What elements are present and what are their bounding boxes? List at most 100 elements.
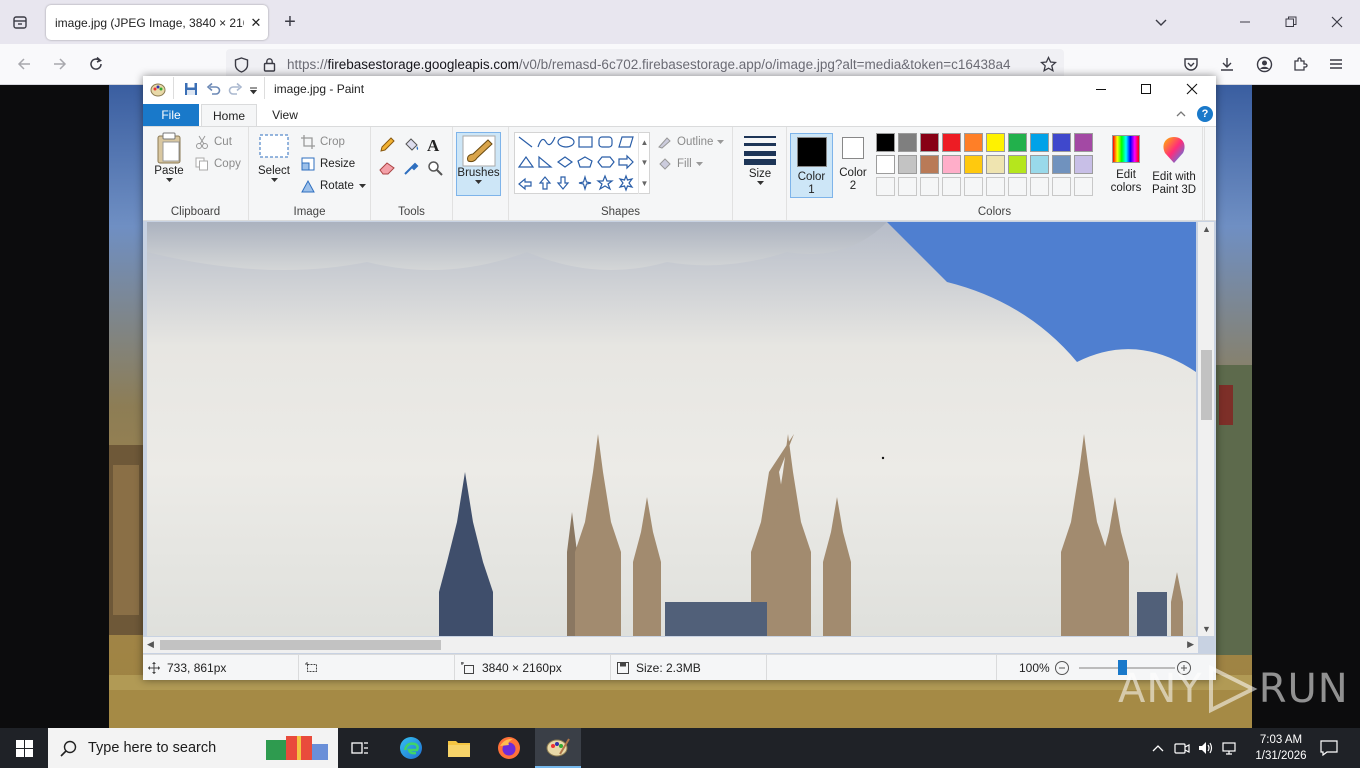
color-swatch[interactable] xyxy=(1074,133,1093,152)
text-tool-icon[interactable]: A xyxy=(427,136,439,156)
back-arrow-icon[interactable] xyxy=(12,53,36,75)
downloads-icon[interactable] xyxy=(1214,53,1240,75)
select-button[interactable]: Select xyxy=(255,133,293,183)
edge-browser-icon[interactable] xyxy=(391,728,431,768)
forward-arrow-icon[interactable] xyxy=(48,53,72,75)
minimize-window-icon[interactable] xyxy=(1232,11,1258,33)
outline-button[interactable]: Outline xyxy=(657,135,725,149)
color-swatch[interactable] xyxy=(1008,155,1027,174)
paint-minimize-icon[interactable] xyxy=(1088,81,1114,97)
system-clock[interactable]: 7:03 AM 1/31/2026 xyxy=(1246,728,1316,768)
pocket-icon[interactable] xyxy=(1178,53,1204,75)
pencil-icon[interactable] xyxy=(379,137,395,156)
close-window-icon[interactable] xyxy=(1324,11,1350,33)
color-swatch[interactable] xyxy=(1008,133,1027,152)
undo-icon[interactable] xyxy=(206,82,221,99)
vertical-scroll-thumb[interactable] xyxy=(1201,350,1212,420)
meet-now-icon[interactable] xyxy=(1172,728,1192,768)
taskbar-search-box[interactable]: Type here to search xyxy=(48,728,338,768)
tab-file[interactable]: File xyxy=(143,104,199,126)
paint-maximize-icon[interactable] xyxy=(1133,81,1159,97)
tracking-protection-shield-icon[interactable] xyxy=(226,56,256,73)
color-swatch[interactable] xyxy=(1030,133,1049,152)
account-icon[interactable] xyxy=(1251,53,1277,75)
color-picker-icon[interactable] xyxy=(403,160,419,179)
canvas-area[interactable]: ▲ ▼ ◀ ▶ xyxy=(143,221,1216,654)
color-swatch[interactable] xyxy=(876,155,895,174)
tab-list-icon[interactable] xyxy=(8,11,32,33)
reload-icon[interactable] xyxy=(84,53,108,75)
custom-color-slot[interactable] xyxy=(986,177,1005,196)
edit-colors-button[interactable]: Edit colors xyxy=(1107,135,1145,195)
custom-color-slot[interactable] xyxy=(1008,177,1027,196)
save-icon[interactable] xyxy=(184,82,198,99)
browser-tab-active[interactable]: image.jpg (JPEG Image, 3840 × 2160 ✕ xyxy=(46,5,268,40)
scroll-down-arrow-icon[interactable]: ▼ xyxy=(1202,624,1211,634)
quick-access-dropdown-icon[interactable] xyxy=(249,84,258,98)
custom-color-slot[interactable] xyxy=(964,177,983,196)
color-swatch[interactable] xyxy=(1030,155,1049,174)
fill-button[interactable]: Fill xyxy=(657,157,703,171)
shapes-gallery[interactable] xyxy=(514,132,650,194)
list-all-tabs-chevron-icon[interactable] xyxy=(1148,11,1174,33)
notifications-icon[interactable] xyxy=(1312,728,1346,768)
shapes-scroll[interactable]: ▲ ▼ ▼ xyxy=(638,132,650,194)
horizontal-scrollbar[interactable]: ◀ ▶ xyxy=(143,637,1198,653)
show-hidden-icons-chevron-icon[interactable] xyxy=(1148,728,1168,768)
color2-button[interactable]: Color 2 xyxy=(835,137,871,193)
color-swatch[interactable] xyxy=(1052,133,1071,152)
restore-window-icon[interactable] xyxy=(1278,11,1304,33)
task-view-icon[interactable] xyxy=(340,728,380,768)
extensions-puzzle-icon[interactable] xyxy=(1287,53,1313,75)
bookmark-star-icon[interactable] xyxy=(1036,53,1060,75)
paint-close-icon[interactable] xyxy=(1179,81,1205,97)
magnifier-icon[interactable] xyxy=(427,160,443,179)
color-swatch[interactable] xyxy=(986,155,1005,174)
resize-button[interactable]: Resize xyxy=(301,157,355,171)
custom-color-slot[interactable] xyxy=(1030,177,1049,196)
custom-color-slot[interactable] xyxy=(876,177,895,196)
color-swatch[interactable] xyxy=(942,155,961,174)
paste-button[interactable]: Paste xyxy=(151,131,187,183)
color-swatch[interactable] xyxy=(898,155,917,174)
tab-view[interactable]: View xyxy=(259,104,311,126)
color-swatch[interactable] xyxy=(942,133,961,152)
help-icon[interactable]: ? xyxy=(1197,106,1213,122)
tab-home[interactable]: Home xyxy=(201,104,257,126)
lock-icon[interactable] xyxy=(256,57,282,72)
custom-color-slot[interactable] xyxy=(1052,177,1071,196)
eraser-icon[interactable] xyxy=(379,161,395,178)
color-swatch[interactable] xyxy=(876,133,895,152)
fill-bucket-icon[interactable] xyxy=(403,137,420,156)
volume-icon[interactable] xyxy=(1196,728,1216,768)
edit-with-paint3d-button[interactable]: Edit with Paint 3D xyxy=(1145,135,1203,197)
color-swatch[interactable] xyxy=(964,155,983,174)
paint-taskbar-icon[interactable] xyxy=(535,728,581,768)
network-icon[interactable] xyxy=(1220,728,1240,768)
custom-color-slot[interactable] xyxy=(920,177,939,196)
color-swatch[interactable] xyxy=(898,133,917,152)
color-swatch[interactable] xyxy=(1074,155,1093,174)
brushes-button[interactable]: Brushes xyxy=(456,132,501,196)
redo-icon[interactable] xyxy=(228,82,243,99)
collapse-ribbon-chevron-icon[interactable] xyxy=(1175,108,1187,122)
custom-color-slot[interactable] xyxy=(898,177,917,196)
scroll-up-arrow-icon[interactable]: ▲ xyxy=(1202,224,1211,234)
color1-button[interactable]: Color 1 xyxy=(790,133,833,198)
custom-color-slot[interactable] xyxy=(942,177,961,196)
crop-button[interactable]: Crop xyxy=(301,135,345,149)
rotate-button[interactable]: Rotate xyxy=(301,179,366,193)
image-canvas[interactable] xyxy=(147,222,1196,636)
custom-color-slot[interactable] xyxy=(1074,177,1093,196)
color-swatch[interactable] xyxy=(1052,155,1071,174)
start-button[interactable] xyxy=(0,728,48,768)
copy-button[interactable]: Copy xyxy=(195,157,241,171)
scroll-right-arrow-icon[interactable]: ▶ xyxy=(1187,639,1194,650)
color-swatch[interactable] xyxy=(920,155,939,174)
size-button[interactable]: Size xyxy=(740,133,780,186)
color-swatch[interactable] xyxy=(964,133,983,152)
vertical-scrollbar[interactable]: ▲ ▼ xyxy=(1198,222,1214,636)
scroll-left-arrow-icon[interactable]: ◀ xyxy=(147,639,154,650)
color-swatch[interactable] xyxy=(920,133,939,152)
file-explorer-icon[interactable] xyxy=(439,728,479,768)
